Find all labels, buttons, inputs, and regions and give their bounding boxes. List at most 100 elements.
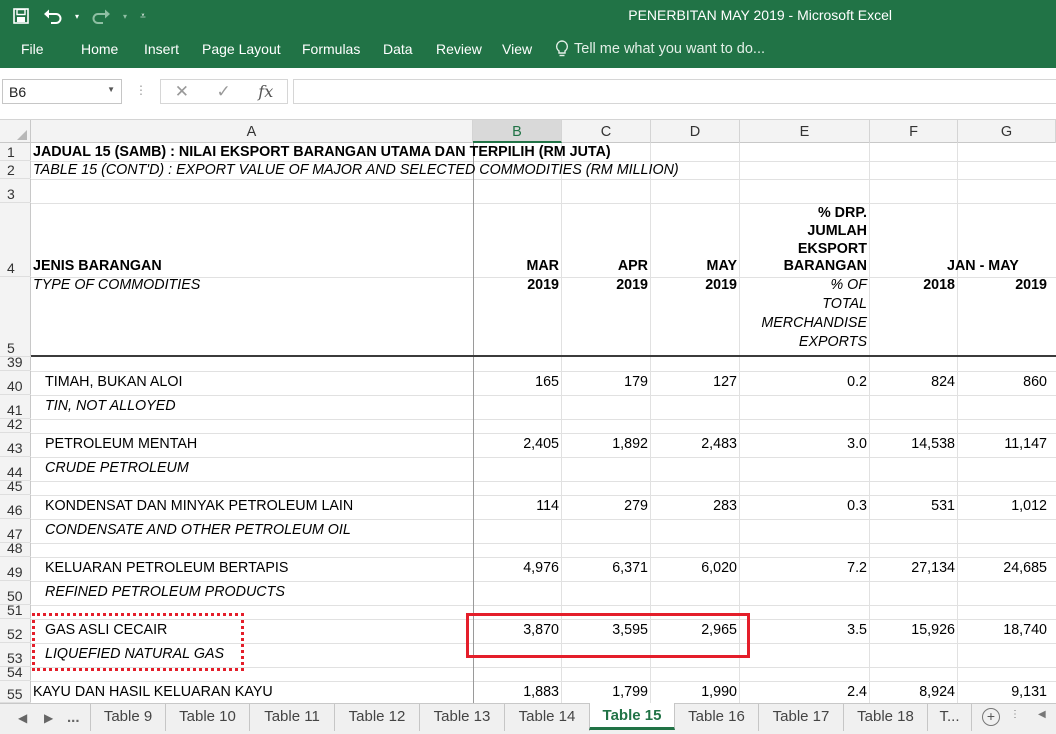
row-header-51[interactable]: 51 (0, 602, 31, 619)
gridline (31, 557, 1056, 558)
item-name-my: KAYU DAN HASIL KELUARAN KAYU (33, 684, 273, 700)
enter-icon[interactable]: ✓ (217, 82, 231, 102)
sheet-tab[interactable]: Table 13 (420, 704, 505, 731)
row-header-55[interactable]: 55 (0, 681, 31, 703)
row-header-40[interactable]: 40 (0, 371, 31, 395)
row-header-48[interactable]: 48 (0, 540, 31, 557)
scroll-tabs-left-icon[interactable]: ◀ (18, 711, 27, 725)
column-header-g[interactable]: G (958, 120, 1056, 143)
insert-function-icon[interactable]: fx (258, 82, 273, 101)
sheet-tab[interactable]: Table 10 (166, 704, 250, 731)
sheet-tab[interactable]: Table 18 (844, 704, 928, 731)
header-may: MAY (706, 258, 737, 274)
item-name-my: PETROLEUM MENTAH (45, 436, 198, 452)
header-mar: MAR (526, 258, 559, 274)
sheet-tab[interactable]: Table 14 (505, 704, 590, 731)
row-header-3[interactable]: 3 (0, 179, 31, 203)
value-2018: 8,924 (919, 684, 955, 700)
gridline (31, 395, 1056, 396)
sheet-tab[interactable]: Table 16 (675, 704, 759, 731)
column-header-a[interactable]: A (31, 120, 473, 143)
name-box-dropdown-icon[interactable]: ▼ (107, 85, 115, 94)
name-box[interactable]: B6 ▼ (2, 79, 122, 104)
value-2019: 18,740 (1003, 622, 1047, 638)
header-pct-my-4: BARANGAN (783, 258, 867, 274)
scroll-left-icon[interactable]: ◀ (1038, 709, 1046, 720)
value-pct: 7.2 (847, 560, 867, 576)
scroll-tabs-right-icon[interactable]: ▶ (44, 711, 53, 725)
value-2019: 1,012 (1011, 498, 1047, 514)
value-pct: 0.2 (847, 374, 867, 390)
column-header-b[interactable]: B (473, 120, 562, 143)
row-header-2[interactable]: 2 (0, 161, 31, 179)
row-header-45[interactable]: 45 (0, 478, 31, 495)
value-apr: 179 (624, 374, 648, 390)
cell-grid[interactable]: JADUAL 15 (SAMB) : NILAI EKSPORT BARANGA… (31, 143, 1056, 703)
row-header-5[interactable]: 5 (0, 277, 31, 357)
header-may-year: 2019 (705, 277, 737, 293)
tell-me-box[interactable]: Tell me what you want to do... (555, 40, 765, 58)
item-name-en: TIN, NOT ALLOYED (45, 398, 176, 414)
name-box-value: B6 (9, 84, 27, 100)
tab-page-layout[interactable]: Page Layout (202, 41, 281, 57)
tab-view[interactable]: View (502, 41, 532, 57)
column-header-c[interactable]: C (562, 120, 651, 143)
table-title-en: TABLE 15 (CONT'D) : EXPORT VALUE OF MAJO… (33, 162, 679, 178)
sheet-tab-active[interactable]: Table 15 (589, 703, 675, 730)
header-jan-may-2018: 2018 (923, 277, 955, 293)
tab-home[interactable]: Home (81, 41, 118, 57)
row-header-4[interactable]: 4 (0, 203, 31, 277)
window-title: PENERBITAN MAY 2019 - Microsoft Excel (628, 7, 892, 23)
row-header-49[interactable]: 49 (0, 557, 31, 581)
header-pct-en-3: MERCHANDISE (761, 315, 867, 331)
value-may: 2,483 (701, 436, 737, 452)
gridline (31, 433, 1056, 434)
row-header-42[interactable]: 42 (0, 416, 31, 433)
tab-data[interactable]: Data (383, 41, 413, 57)
item-name-my: KELUARAN PETROLEUM BERTAPIS (45, 560, 289, 576)
row-header-39[interactable]: 39 (0, 354, 31, 371)
row-header-43[interactable]: 43 (0, 433, 31, 457)
tab-insert[interactable]: Insert (144, 41, 179, 57)
value-apr: 279 (624, 498, 648, 514)
value-mar: 1,883 (523, 684, 559, 700)
more-tabs-left[interactable]: ... (67, 709, 80, 726)
gridline (31, 681, 1056, 682)
value-2019: 9,131 (1011, 684, 1047, 700)
title-bar: ▾ ▾ ⩡ PENERBITAN MAY 2019 - Microsoft Ex… (0, 0, 1056, 33)
gridline (31, 203, 1056, 204)
column-header-d[interactable]: D (651, 120, 740, 143)
sheet-tab[interactable]: Table 17 (759, 704, 844, 731)
tab-review[interactable]: Review (436, 41, 482, 57)
tell-me-text: Tell me what you want to do... (574, 41, 766, 57)
row-header-46[interactable]: 46 (0, 495, 31, 519)
row-header-52[interactable]: 52 (0, 619, 31, 643)
row-header-1[interactable]: 1 (0, 143, 31, 161)
column-header-e[interactable]: E (740, 120, 870, 143)
value-2018: 15,926 (911, 622, 955, 638)
cancel-icon[interactable]: ✕ (175, 82, 189, 102)
split-handle-icon[interactable]: ⋮ (1010, 709, 1020, 720)
formula-bar-grip-icon[interactable]: ⋮ (135, 83, 147, 97)
add-sheet-icon[interactable]: + (982, 708, 1000, 726)
gridline (31, 371, 1056, 372)
item-name-en: CONDENSATE AND OTHER PETROLEUM OIL (45, 522, 351, 538)
tab-formulas[interactable]: Formulas (302, 41, 360, 57)
formula-input[interactable] (293, 79, 1056, 104)
select-all-button[interactable] (0, 120, 31, 143)
column-header-f[interactable]: F (870, 120, 958, 143)
value-pct: 2.4 (847, 684, 867, 700)
header-pct-my-2: JUMLAH (807, 223, 867, 239)
sheet-tab[interactable]: Table 12 (335, 704, 420, 731)
highlight-box-lng-values (466, 613, 750, 658)
gridline (31, 581, 1056, 582)
sheet-tab[interactable]: T... (928, 704, 972, 731)
value-may: 283 (713, 498, 737, 514)
tab-file[interactable]: File (21, 41, 44, 57)
sheet-tab[interactable]: Table 9 (90, 704, 166, 731)
worksheet: A B C D E F G 1 2 3 4 5 39 40 41 42 43 4… (0, 120, 1056, 703)
value-2019: 860 (1023, 374, 1047, 390)
header-pct-en-2: TOTAL (822, 296, 867, 312)
row-header-54[interactable]: 54 (0, 664, 31, 681)
sheet-tab[interactable]: Table 11 (250, 704, 335, 731)
